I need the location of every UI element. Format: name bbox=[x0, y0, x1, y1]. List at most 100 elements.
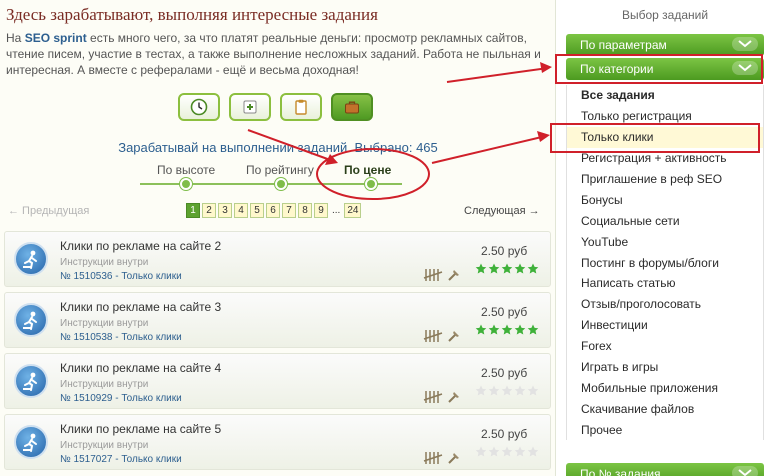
category-item[interactable]: Постинг в форумы/блоги bbox=[567, 252, 763, 273]
task-row[interactable]: Клики по рекламе на сайте 2 Инструкции в… bbox=[4, 231, 551, 287]
category-item[interactable]: Играть в игры bbox=[567, 357, 763, 378]
task-row[interactable]: Клики по рекламе на сайте 5 Инструкции в… bbox=[4, 414, 551, 470]
category-item[interactable]: Отзыв/проголосовать bbox=[567, 294, 763, 315]
filter-by-category-label: По категории bbox=[580, 62, 654, 76]
sort-dot-rating[interactable] bbox=[275, 178, 287, 190]
task-number: № 1510536 - Только клики bbox=[60, 271, 182, 282]
category-item[interactable]: Только регистрация bbox=[567, 106, 763, 127]
main-content: Здесь зарабатывают, выполняя интересные … bbox=[0, 0, 556, 476]
page-headline: Здесь зарабатывают, выполняя интересные … bbox=[6, 5, 378, 24]
task-filter-sidebar: Выбор заданий По параметрам По категории… bbox=[562, 0, 768, 476]
category-list: Все задания Только регистрация Только клик… bbox=[566, 85, 764, 441]
sort-dot-height[interactable] bbox=[180, 178, 192, 190]
task-title[interactable]: Клики по рекламе на сайте 5 bbox=[60, 422, 221, 436]
briefcase-icon bbox=[345, 101, 359, 114]
task-marks bbox=[423, 390, 461, 404]
page-link[interactable]: 6 bbox=[266, 203, 280, 218]
hammer-icon bbox=[448, 453, 459, 464]
task-marks bbox=[423, 329, 461, 343]
filter-by-params-label: По параметрам bbox=[580, 38, 667, 52]
filter-by-params[interactable]: По параметрам bbox=[566, 34, 764, 56]
sort-by-height[interactable]: По высоте bbox=[157, 163, 215, 177]
page-link[interactable]: 4 bbox=[234, 203, 248, 218]
star-icon bbox=[488, 263, 500, 274]
task-price: 2.50 руб bbox=[481, 427, 528, 441]
sidebar-title: Выбор заданий bbox=[621, 8, 709, 22]
star-icon bbox=[475, 324, 487, 335]
category-item[interactable]: Приглашение в реф SEO bbox=[567, 169, 763, 190]
hammer-icon bbox=[448, 392, 459, 403]
category-item[interactable]: Только клики bbox=[567, 126, 763, 148]
task-rating bbox=[475, 324, 539, 336]
add-task-button[interactable] bbox=[229, 93, 271, 121]
sort-by-price[interactable]: По цене bbox=[344, 163, 391, 177]
intro-rest: есть много чего, за что платят реальные … bbox=[6, 31, 541, 77]
task-price: 2.50 руб bbox=[481, 305, 528, 319]
category-item[interactable]: Социальные сети bbox=[567, 210, 763, 231]
page-link-last[interactable]: 24 bbox=[344, 203, 362, 218]
page-link[interactable]: 5 bbox=[250, 203, 264, 218]
category-item[interactable]: Написать статью bbox=[567, 273, 763, 294]
intro-text: На SEO sprint есть много чего, за что пл… bbox=[6, 30, 550, 78]
star-icon bbox=[501, 385, 513, 396]
star-icon bbox=[527, 324, 539, 335]
briefcase-button[interactable] bbox=[331, 93, 373, 121]
category-item[interactable]: Прочее bbox=[567, 419, 763, 440]
category-item[interactable]: Мобильные приложения bbox=[567, 377, 763, 398]
worker-icon bbox=[14, 242, 48, 276]
category-item[interactable]: Скачивание файлов bbox=[567, 398, 763, 419]
tally-icon bbox=[423, 330, 443, 342]
star-icon bbox=[501, 324, 513, 335]
task-rating bbox=[475, 385, 539, 397]
filter-by-number-label: По № задания bbox=[580, 467, 661, 476]
sort-by-rating[interactable]: По рейтингу bbox=[246, 163, 314, 177]
hammer-icon bbox=[448, 331, 459, 342]
task-marks bbox=[423, 451, 461, 465]
page-link[interactable]: 9 bbox=[314, 203, 328, 218]
page-link[interactable]: 7 bbox=[282, 203, 296, 218]
category-item[interactable]: Все задания bbox=[567, 85, 763, 106]
hammer-icon bbox=[448, 270, 459, 281]
star-icon bbox=[501, 446, 513, 457]
task-title[interactable]: Клики по рекламе на сайте 4 bbox=[60, 361, 221, 375]
category-item[interactable]: Forex bbox=[567, 336, 763, 357]
task-price: 2.50 руб bbox=[481, 366, 528, 380]
star-icon bbox=[488, 324, 500, 335]
prev-page-link[interactable]: ← Предыдущая bbox=[8, 205, 89, 217]
page-link[interactable]: 2 bbox=[202, 203, 216, 218]
category-item[interactable]: YouTube bbox=[567, 231, 763, 252]
task-rating bbox=[475, 263, 539, 275]
task-row[interactable]: Клики по рекламе на сайте 3 Инструкции в… bbox=[4, 292, 551, 348]
worker-icon bbox=[14, 425, 48, 459]
page-ellipsis: ... bbox=[332, 205, 341, 216]
brand-name: SEO sprint bbox=[24, 31, 87, 45]
category-item[interactable]: Бонусы bbox=[567, 189, 763, 210]
add-task-icon bbox=[243, 100, 257, 114]
task-title[interactable]: Клики по рекламе на сайте 2 bbox=[60, 239, 221, 253]
filter-by-category[interactable]: По категории bbox=[566, 58, 764, 80]
star-icon bbox=[488, 385, 500, 396]
star-icon bbox=[527, 385, 539, 396]
star-icon bbox=[514, 263, 526, 274]
page-link[interactable]: 1 bbox=[186, 203, 200, 218]
category-item[interactable]: Инвестиции bbox=[567, 315, 763, 336]
task-row[interactable]: Клики по рекламе на сайте 4 Инструкции в… bbox=[4, 353, 551, 409]
page-link[interactable]: 8 bbox=[298, 203, 312, 218]
task-subtitle: Инструкции внутри bbox=[60, 440, 149, 451]
next-page-link[interactable]: Следующая → bbox=[464, 205, 540, 217]
filter-by-number[interactable]: По № задания bbox=[566, 463, 764, 476]
clipboard-button[interactable] bbox=[280, 93, 322, 121]
intro-prefix: На bbox=[6, 31, 25, 45]
category-item[interactable]: Регистрация + активность bbox=[567, 148, 763, 169]
star-icon bbox=[514, 385, 526, 396]
page-link[interactable]: 3 bbox=[218, 203, 232, 218]
task-title[interactable]: Клики по рекламе на сайте 3 bbox=[60, 300, 221, 314]
star-icon bbox=[475, 385, 487, 396]
selected-count-text: Зарабатывай на выполнении заданий. Выбра… bbox=[118, 140, 438, 155]
star-icon bbox=[514, 324, 526, 335]
chevron-down-icon bbox=[732, 61, 758, 75]
sort-dot-price[interactable] bbox=[365, 178, 377, 190]
clock-button[interactable] bbox=[178, 93, 220, 121]
task-type-toolbar bbox=[178, 93, 373, 121]
chevron-down-icon bbox=[732, 466, 758, 476]
